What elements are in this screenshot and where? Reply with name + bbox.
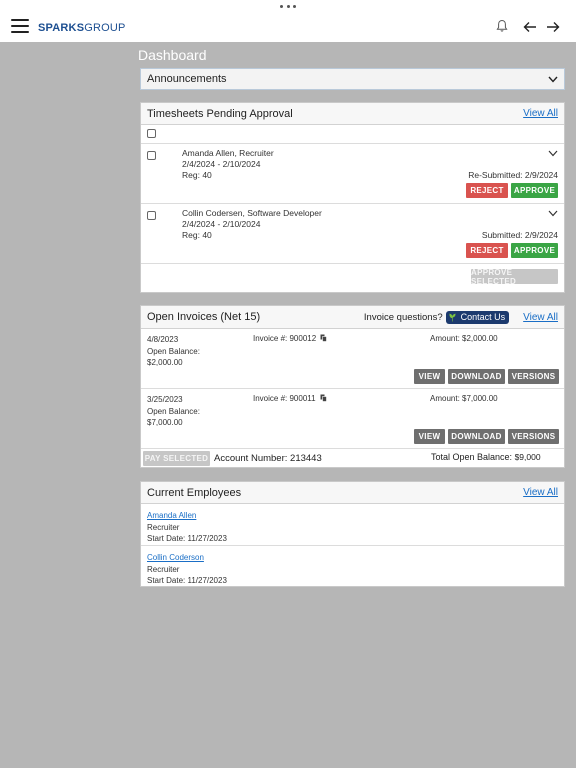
employee-name-link[interactable]: Amanda Allen: [147, 511, 196, 520]
timesheet-row: Collin Codersen, Software Developer 2/4/…: [141, 204, 564, 264]
total-open-balance-label: Total Open Balance:: [431, 452, 513, 462]
invoice-versions-button[interactable]: VERSIONS: [508, 429, 559, 444]
copy-icon[interactable]: [320, 334, 328, 342]
sparks-group-logo[interactable]: SPARKSGROUP: [38, 22, 126, 34]
timesheet-checkbox[interactable]: [147, 211, 156, 220]
timesheet-status: Submitted: 2/9/2024: [481, 230, 558, 240]
download-invoice-button[interactable]: DOWNLOAD: [448, 369, 505, 384]
announcements-panel[interactable]: Announcements: [140, 68, 565, 90]
timesheet-employee: Amanda Allen, Recruiter: [182, 148, 274, 158]
invoices-view-all-link[interactable]: View All: [523, 312, 558, 323]
timesheet-period: 2/4/2024 - 2/10/2024: [182, 159, 261, 169]
invoice-number-block: Invoice #: 900011: [253, 394, 327, 403]
invoice-date: 4/8/2023: [147, 335, 179, 344]
employee-role: Recruiter: [147, 522, 180, 532]
account-number: Account Number: 213443: [214, 453, 322, 464]
invoice-row: 4/8/2023 Open Balance: $2,000.00 Invoice…: [141, 329, 564, 389]
arrow-right-icon[interactable]: [545, 19, 561, 35]
invoice-row: 3/25/2023 Open Balance: $7,000.00 Invoic…: [141, 389, 564, 449]
total-open-balance-value: $9,000: [514, 452, 541, 462]
employees-header: Current Employees View All: [141, 482, 564, 504]
invoice-number: Invoice #: 900011: [253, 394, 316, 403]
window-grabber-icon[interactable]: [280, 3, 296, 9]
employee-start-date: Start Date: 11/27/2023: [147, 576, 227, 585]
leaf-icon: [449, 313, 456, 321]
invoices-title: Open Invoices (Net 15): [147, 311, 261, 323]
open-invoices-panel: Open Invoices (Net 15) Invoice questions…: [140, 305, 565, 468]
chevron-down-icon[interactable]: [548, 210, 558, 217]
open-balance-value: $7,000.00: [147, 418, 183, 427]
invoice-amount: Amount: $2,000.00: [430, 334, 498, 343]
timesheet-employee: Collin Codersen, Software Developer: [182, 208, 322, 218]
logo-light-text: GROUP: [84, 22, 126, 34]
employee-name-link[interactable]: Collin Coderson: [147, 553, 204, 562]
contact-us-button[interactable]: Contact Us: [445, 310, 510, 324]
reject-button[interactable]: REJECT: [466, 243, 508, 258]
employee-role: Recruiter: [147, 564, 180, 574]
invoice-date-block: 4/8/2023 Open Balance: $2,000.00: [147, 334, 200, 369]
invoice-number-block: Invoice #: 900012: [253, 334, 328, 343]
invoice-date-block: 3/25/2023 Open Balance: $7,000.00: [147, 394, 200, 429]
arrow-left-icon[interactable]: [522, 19, 538, 35]
timesheet-checkbox[interactable]: [147, 151, 156, 160]
top-bar: SPARKSGROUP: [0, 0, 576, 42]
chevron-down-icon[interactable]: [548, 150, 558, 157]
invoices-footer: PAY SELECTED Account Number: 213443 Tota…: [141, 449, 564, 467]
employee-details: Amanda Allen Recruiter Start Date: 11/27…: [147, 510, 227, 545]
download-invoice-button[interactable]: DOWNLOAD: [448, 429, 505, 444]
employee-details: Collin Coderson Recruiter Start Date: 11…: [147, 552, 227, 587]
open-balance-label: Open Balance:: [147, 406, 200, 416]
open-balance-value: $2,000.00: [147, 358, 183, 367]
timesheets-panel: Timesheets Pending Approval View All Ama…: [140, 102, 565, 293]
timesheet-status: Re-Submitted: 2/9/2024: [468, 170, 558, 180]
approve-button[interactable]: APPROVE: [511, 183, 558, 198]
select-all-checkbox[interactable]: [147, 129, 156, 138]
contact-us-label: Contact Us: [460, 312, 506, 322]
reject-button[interactable]: REJECT: [466, 183, 508, 198]
logo-bold-text: SPARKS: [38, 22, 85, 34]
total-open-balance: Total Open Balance: $9,000: [431, 452, 541, 462]
timesheet-hours: Reg: 40: [182, 230, 212, 240]
pay-selected-button[interactable]: PAY SELECTED: [143, 451, 210, 466]
invoice-versions-button[interactable]: VERSIONS: [508, 369, 559, 384]
employees-title: Current Employees: [147, 486, 242, 499]
invoice-questions-text: Invoice questions?: [363, 311, 443, 323]
approve-button[interactable]: APPROVE: [511, 243, 558, 258]
invoice-amount: Amount: $7,000.00: [430, 394, 498, 403]
timesheet-row: Amanda Allen, Recruiter 2/4/2024 - 2/10/…: [141, 144, 564, 204]
employee-row: Amanda Allen Recruiter Start Date: 11/27…: [141, 504, 564, 546]
hamburger-icon[interactable]: [11, 19, 29, 33]
view-invoice-button[interactable]: VIEW: [414, 369, 445, 384]
invoice-date: 3/25/2023: [147, 395, 183, 404]
timesheets-footer: APPROVE SELECTED: [141, 264, 564, 291]
invoices-header: Open Invoices (Net 15) Invoice questions…: [141, 306, 564, 329]
open-balance-label: Open Balance:: [147, 346, 200, 356]
timesheet-details: Collin Codersen, Software Developer 2/4/…: [182, 208, 322, 241]
employee-start-date: Start Date: 11/27/2023: [147, 534, 227, 543]
timesheet-details: Amanda Allen, Recruiter 2/4/2024 - 2/10/…: [182, 148, 274, 181]
employees-view-all-link[interactable]: View All: [523, 487, 558, 498]
chevron-down-icon[interactable]: [548, 76, 558, 83]
page-title: Dashboard: [138, 47, 207, 63]
timesheet-period: 2/4/2024 - 2/10/2024: [182, 219, 261, 229]
announcements-title: Announcements: [147, 73, 227, 85]
select-all-row: [141, 125, 564, 144]
timesheets-view-all-link[interactable]: View All: [523, 108, 558, 119]
current-employees-panel: Current Employees View All Amanda Allen …: [140, 481, 565, 587]
timesheets-title: Timesheets Pending Approval: [147, 107, 293, 120]
copy-icon[interactable]: [320, 394, 327, 402]
timesheets-header: Timesheets Pending Approval View All: [141, 103, 564, 125]
invoice-number: Invoice #: 900012: [253, 334, 317, 343]
approve-selected-button[interactable]: APPROVE SELECTED: [471, 268, 558, 286]
bell-icon[interactable]: [495, 19, 509, 33]
employee-row: Collin Coderson Recruiter Start Date: 11…: [141, 546, 564, 588]
timesheet-hours: Reg: 40: [182, 170, 212, 180]
view-invoice-button[interactable]: VIEW: [414, 429, 445, 444]
